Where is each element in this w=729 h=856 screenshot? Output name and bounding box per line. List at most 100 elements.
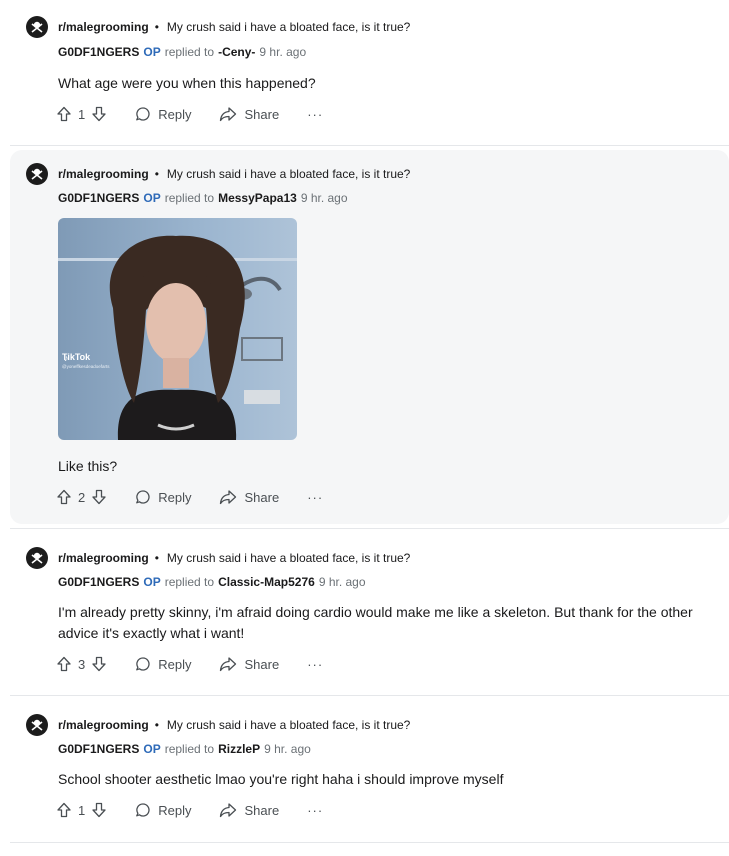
replied-to-label: replied to [164,742,215,756]
byline: G0DF1NGERS OP replied to MessyPapa13 9 h… [58,189,348,207]
subreddit-avatar-icon[interactable] [26,714,48,736]
downvote-icon[interactable] [91,106,107,122]
more-icon[interactable]: ··· [307,490,323,505]
post-title-link[interactable]: My crush said i have a bloated face, is … [167,167,410,181]
divider [10,842,729,843]
subreddit-link[interactable]: r/malegrooming [58,718,149,732]
share-button[interactable]: Share [219,656,279,672]
divider [10,528,729,529]
vote-score: 3 [78,656,86,672]
subreddit-link[interactable]: r/malegrooming [58,551,149,565]
subreddit-link[interactable]: r/malegrooming [58,20,149,34]
post-title-link[interactable]: My crush said i have a bloated face, is … [167,20,410,34]
comment-card: r/malegrooming • My crush said i have a … [10,534,729,694]
comment-body: I'm already pretty skinny, i'm afraid do… [58,604,693,641]
more-icon[interactable]: ··· [307,803,323,818]
byline: G0DF1NGERS OP replied to Classic-Map5276… [58,573,366,591]
replied-to-user[interactable]: Classic-Map5276 [218,575,315,589]
more-icon[interactable]: ··· [307,107,323,122]
comment-card: r/malegrooming • My crush said i have a … [10,700,729,840]
timestamp: 9 hr. ago [318,575,366,589]
subreddit-link[interactable]: r/malegrooming [58,167,149,181]
vote-group: 1 [56,106,107,122]
comment-body: What age were you when this happened? [58,75,316,91]
reply-bubble-icon [135,802,151,818]
post-title-link[interactable]: My crush said i have a bloated face, is … [167,551,410,565]
reply-button[interactable]: Reply [135,802,191,818]
post-title-link[interactable]: My crush said i have a bloated face, is … [167,718,410,732]
vote-group: 1 [56,802,107,818]
reply-label: Reply [158,802,192,818]
vote-score: 2 [78,489,86,505]
byline: G0DF1NGERS OP replied to -Ceny- 9 hr. ag… [58,43,306,61]
separator-dot: • [154,551,159,565]
comment-meta: r/malegrooming • My crush said i have a … [26,714,410,736]
replied-to-label: replied to [164,45,215,59]
share-icon [219,106,237,122]
divider [10,695,729,696]
reply-button[interactable]: Reply [135,489,191,505]
author-link[interactable]: G0DF1NGERS [58,742,139,756]
replied-to-user[interactable]: -Ceny- [218,45,255,59]
timestamp: 9 hr. ago [300,191,348,205]
vote-group: 2 [56,489,107,505]
replied-to-label: replied to [164,575,215,589]
reply-label: Reply [158,489,192,505]
reply-button[interactable]: Reply [135,656,191,672]
author-link[interactable]: G0DF1NGERS [58,45,139,59]
op-badge: OP [143,575,161,589]
comment-actions: 2 Reply Share ··· [56,485,323,509]
byline: G0DF1NGERS OP replied to RizzleP 9 hr. a… [58,740,311,758]
vote-score: 1 [78,802,86,818]
comment-body: Like this? [58,458,118,474]
share-icon [219,656,237,672]
comment-image[interactable]: ♪ TikTok @yoneffkesdeadoefarts [58,218,297,440]
upvote-icon[interactable] [56,656,72,672]
image-watermark-handle: @yoneffkesdeadoefarts [62,364,110,369]
subreddit-avatar-icon[interactable] [26,163,48,185]
op-badge: OP [143,45,161,59]
reply-bubble-icon [135,106,151,122]
separator-dot: • [154,20,159,34]
share-button[interactable]: Share [219,802,279,818]
comment-meta: r/malegrooming • My crush said i have a … [26,547,410,569]
upvote-icon[interactable] [56,106,72,122]
comment-actions: 3 Reply Share ··· [56,652,323,676]
comment-meta: r/malegrooming • My crush said i have a … [26,163,410,185]
downvote-icon[interactable] [91,656,107,672]
comment-card: r/malegrooming • My crush said i have a … [10,150,729,524]
share-icon [219,802,237,818]
more-icon[interactable]: ··· [307,657,323,672]
comment-actions: 1 Reply Share ··· [56,798,323,822]
subreddit-avatar-icon[interactable] [26,16,48,38]
op-badge: OP [143,742,161,756]
share-label: Share [244,106,280,122]
reply-button[interactable]: Reply [135,106,191,122]
share-label: Share [244,656,280,672]
share-icon [219,489,237,505]
replied-to-label: replied to [164,191,215,205]
upvote-icon[interactable] [56,802,72,818]
separator-dot: • [154,167,159,181]
replied-to-user[interactable]: RizzleP [218,742,260,756]
upvote-icon[interactable] [56,489,72,505]
vote-score: 1 [78,106,86,122]
author-link[interactable]: G0DF1NGERS [58,575,139,589]
vote-group: 3 [56,656,107,672]
downvote-icon[interactable] [91,802,107,818]
divider [10,145,729,146]
author-link[interactable]: G0DF1NGERS [58,191,139,205]
comment-body: School shooter aesthetic lmao you're rig… [58,771,504,787]
reply-bubble-icon [135,489,151,505]
replied-to-user[interactable]: MessyPapa13 [218,191,297,205]
share-button[interactable]: Share [219,106,279,122]
comment-card: r/malegrooming • My crush said i have a … [10,6,729,142]
share-label: Share [244,802,280,818]
subreddit-avatar-icon[interactable] [26,547,48,569]
reply-label: Reply [158,656,192,672]
downvote-icon[interactable] [91,489,107,505]
reply-label: Reply [158,106,192,122]
comment-meta: r/malegrooming • My crush said i have a … [26,16,410,38]
timestamp: 9 hr. ago [264,742,311,756]
share-button[interactable]: Share [219,489,279,505]
